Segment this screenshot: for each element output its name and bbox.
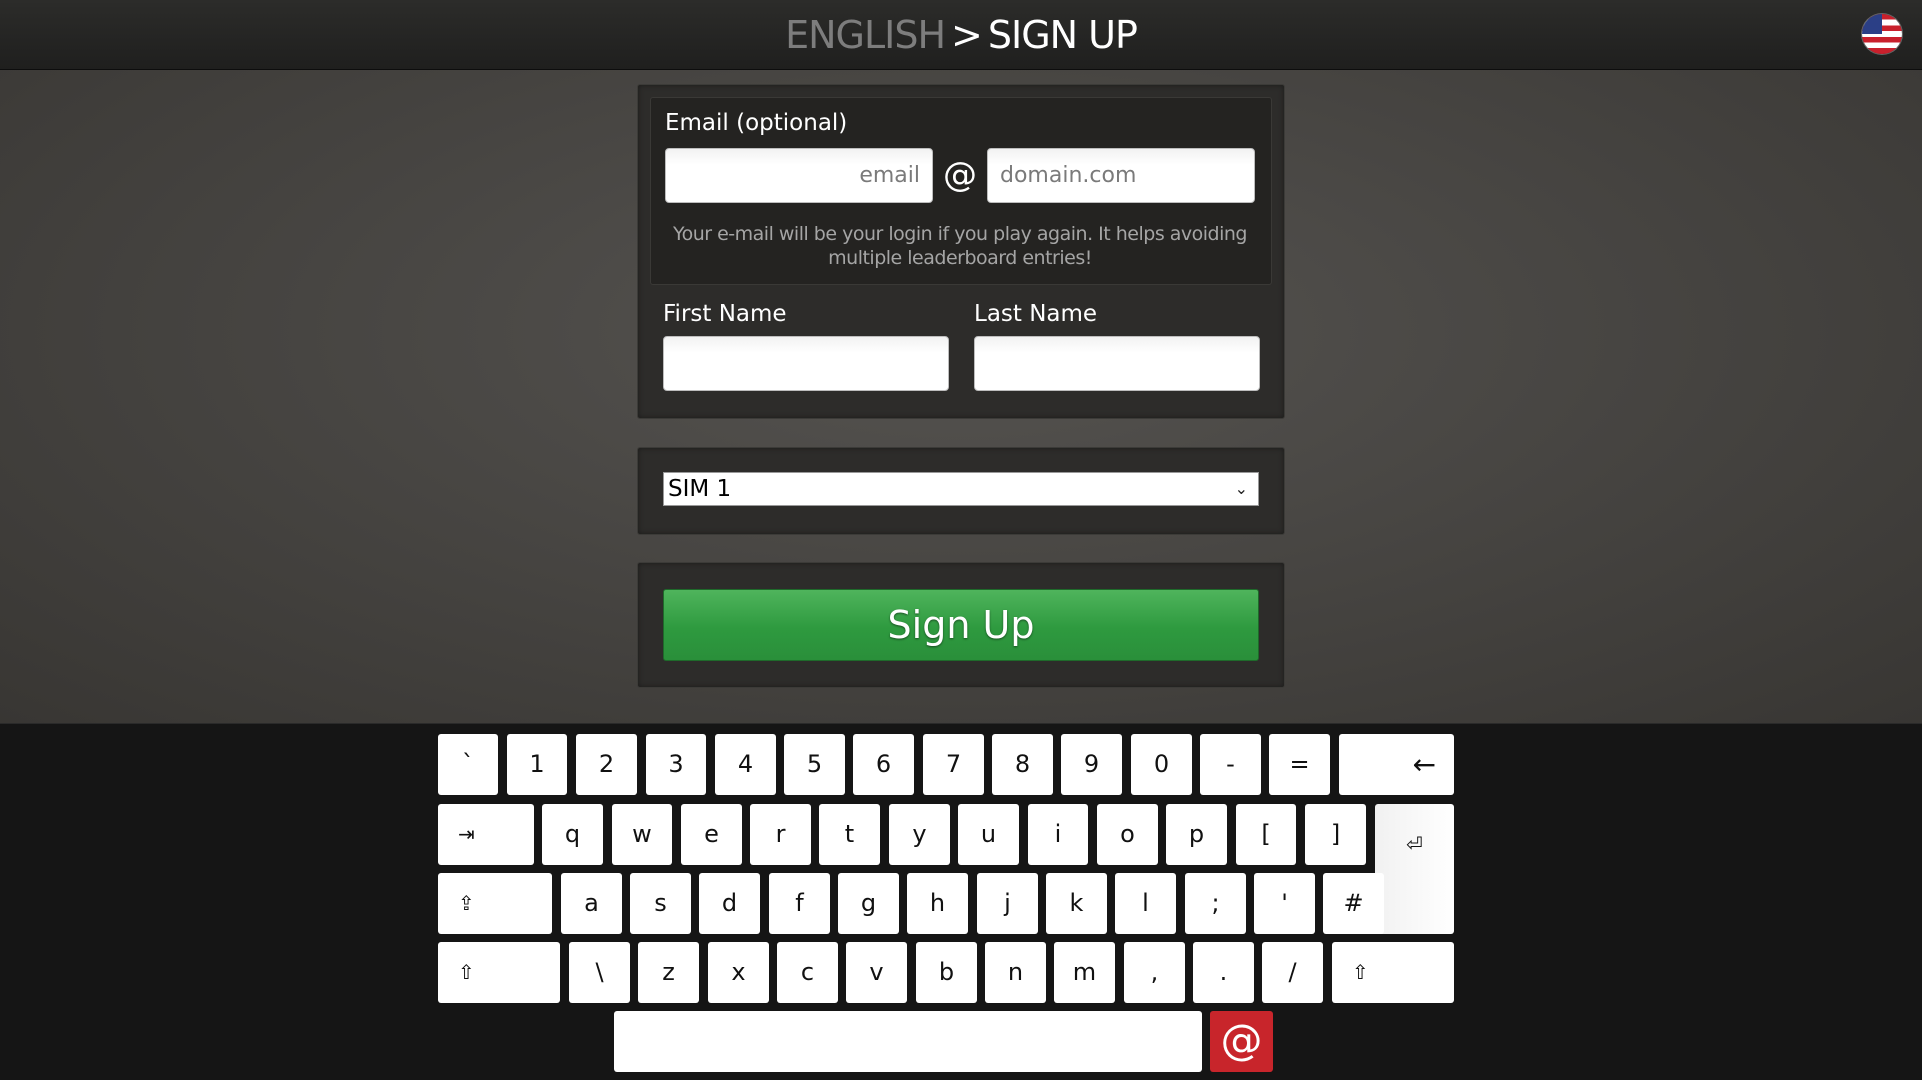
breadcrumb-separator: > xyxy=(951,13,983,57)
key-u[interactable]: u xyxy=(958,804,1019,865)
key-a[interactable]: a xyxy=(561,873,622,934)
key-y[interactable]: y xyxy=(889,804,950,865)
key-3[interactable]: 3 xyxy=(646,734,706,795)
first-name-label: First Name xyxy=(663,301,787,327)
first-name-input[interactable] xyxy=(663,336,949,391)
top-bar: ENGLISH > SIGN UP xyxy=(0,0,1922,70)
backspace-key[interactable]: ← xyxy=(1339,734,1454,795)
key-j[interactable]: j xyxy=(977,873,1038,934)
last-name-label: Last Name xyxy=(974,301,1098,327)
enter-key[interactable]: ⏎ xyxy=(1375,804,1454,934)
key-7[interactable]: 7 xyxy=(923,734,984,795)
key-4[interactable]: 4 xyxy=(715,734,776,795)
key-backtick[interactable]: ` xyxy=(438,734,498,795)
sign-up-button[interactable]: Sign Up xyxy=(663,589,1259,661)
key-hash[interactable]: # xyxy=(1323,873,1384,934)
key-v[interactable]: v xyxy=(846,942,907,1003)
email-user-input[interactable] xyxy=(665,148,933,203)
key-d[interactable]: d xyxy=(699,873,760,934)
key-9[interactable]: 9 xyxy=(1061,734,1122,795)
sim-select[interactable]: SIM 1 ⌄ xyxy=(663,472,1259,506)
us-flag-icon[interactable] xyxy=(1862,14,1902,54)
key-5[interactable]: 5 xyxy=(784,734,845,795)
last-name-input[interactable] xyxy=(974,336,1260,391)
key-q[interactable]: q xyxy=(542,804,603,865)
email-hint-text: Your e-mail will be your login if you pl… xyxy=(673,223,1248,269)
key-i[interactable]: i xyxy=(1028,804,1088,865)
key-comma[interactable]: , xyxy=(1124,942,1185,1003)
key-c[interactable]: c xyxy=(777,942,838,1003)
page-title: SIGN UP xyxy=(987,13,1138,57)
key-0[interactable]: 0 xyxy=(1131,734,1192,795)
key-minus[interactable]: - xyxy=(1200,734,1261,795)
at-sign-key[interactable]: @ xyxy=(1210,1011,1273,1072)
key-left-bracket[interactable]: [ xyxy=(1236,804,1296,865)
key-h[interactable]: h xyxy=(907,873,968,934)
key-1[interactable]: 1 xyxy=(507,734,567,795)
breadcrumb: ENGLISH > SIGN UP xyxy=(0,12,1922,58)
key-z[interactable]: z xyxy=(638,942,699,1003)
email-domain-input[interactable] xyxy=(987,148,1255,203)
submit-panel: Sign Up xyxy=(637,562,1285,688)
key-slash[interactable]: / xyxy=(1262,942,1323,1003)
key-period[interactable]: . xyxy=(1193,942,1254,1003)
key-k[interactable]: k xyxy=(1046,873,1107,934)
left-shift-key[interactable]: ⇧ xyxy=(438,942,560,1003)
key-f[interactable]: f xyxy=(769,873,830,934)
key-right-bracket[interactable]: ] xyxy=(1305,804,1366,865)
chevron-down-icon: ⌄ xyxy=(1234,479,1248,498)
sim-select-value: SIM 1 xyxy=(668,476,732,502)
email-label: Email (optional) xyxy=(665,110,848,136)
key-e[interactable]: e xyxy=(681,804,742,865)
signup-area: Email (optional) @ Your e-mail will be y… xyxy=(0,70,1922,723)
key-w[interactable]: w xyxy=(612,804,672,865)
key-backslash[interactable]: \ xyxy=(569,942,630,1003)
key-6[interactable]: 6 xyxy=(853,734,914,795)
key-s[interactable]: s xyxy=(630,873,691,934)
key-o[interactable]: o xyxy=(1097,804,1158,865)
on-screen-keyboard: ` 1 2 3 4 5 6 7 8 9 0 - = ← ⇥ q w e r t … xyxy=(0,723,1922,1080)
right-shift-key[interactable]: ⇧ xyxy=(1332,942,1454,1003)
key-b[interactable]: b xyxy=(916,942,977,1003)
key-equals[interactable]: = xyxy=(1269,734,1330,795)
caps-lock-key[interactable]: ⇪ xyxy=(438,873,552,934)
sim-select-panel: SIM 1 ⌄ xyxy=(637,447,1285,535)
key-l[interactable]: l xyxy=(1115,873,1176,934)
key-8[interactable]: 8 xyxy=(992,734,1053,795)
breadcrumb-language[interactable]: ENGLISH xyxy=(785,13,946,57)
space-bar[interactable] xyxy=(614,1011,1202,1072)
email-at-sign: @ xyxy=(943,155,977,195)
key-t[interactable]: t xyxy=(819,804,880,865)
key-m[interactable]: m xyxy=(1054,942,1115,1003)
email-section: Email (optional) @ Your e-mail will be y… xyxy=(650,97,1272,285)
signup-form-panel: Email (optional) @ Your e-mail will be y… xyxy=(637,84,1285,419)
key-x[interactable]: x xyxy=(708,942,769,1003)
tab-key[interactable]: ⇥ xyxy=(438,804,534,865)
key-apostrophe[interactable]: ' xyxy=(1254,873,1315,934)
key-r[interactable]: r xyxy=(750,804,811,865)
key-p[interactable]: p xyxy=(1166,804,1227,865)
key-g[interactable]: g xyxy=(838,873,899,934)
key-semicolon[interactable]: ; xyxy=(1185,873,1246,934)
key-2[interactable]: 2 xyxy=(576,734,637,795)
key-n[interactable]: n xyxy=(985,942,1046,1003)
